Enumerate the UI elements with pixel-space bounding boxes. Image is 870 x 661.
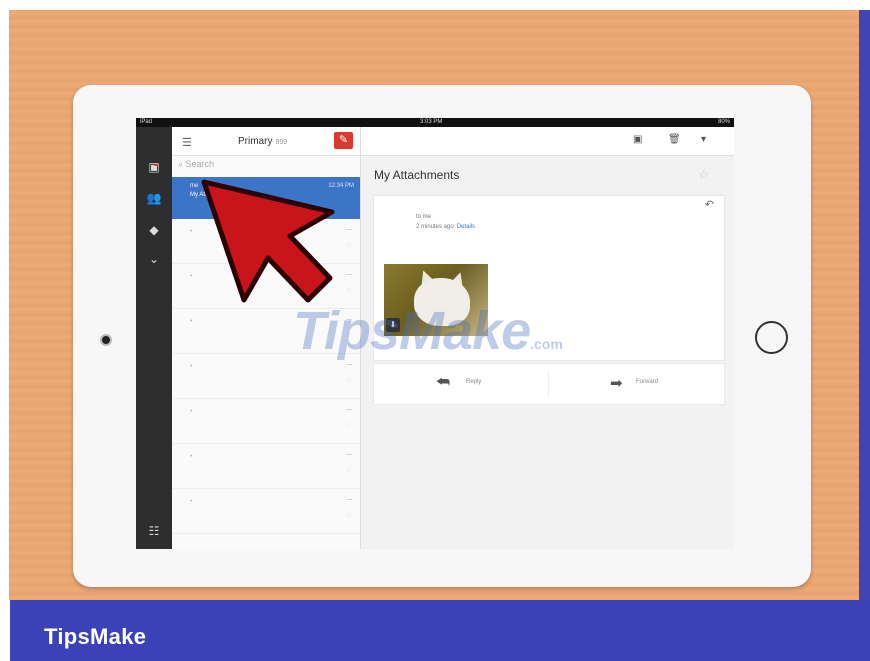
compose-button[interactable]: ✎	[334, 132, 353, 149]
message-subject: My Attachments	[374, 168, 460, 182]
status-time: 3:03 PM	[420, 119, 443, 125]
archive-icon[interactable]: ▣	[633, 134, 642, 145]
divider	[548, 370, 549, 398]
accounts-icon[interactable]: ☷	[146, 524, 162, 538]
unread-count: 999	[275, 139, 288, 146]
home-button[interactable]	[755, 321, 788, 354]
reply-button-icon[interactable]: ⮪	[436, 374, 450, 391]
recipient: to me	[416, 214, 432, 220]
reply-icon[interactable]: ↶	[705, 198, 714, 211]
menu-icon[interactable]: ☰	[182, 136, 192, 149]
camera-icon	[100, 334, 112, 346]
more-icon[interactable]: ▾	[701, 134, 706, 145]
action-bar: ⮪ Reply ➡ Forward	[373, 363, 725, 405]
reply-button[interactable]: Reply	[466, 379, 481, 385]
status-battery: 80%	[717, 119, 730, 125]
forward-button[interactable]: Forward	[636, 379, 658, 385]
inbox-icon[interactable]: ▣	[146, 160, 162, 174]
details-link[interactable]: Details	[457, 224, 475, 230]
nav-rail: ▣ 👥 ◆ ⌄ ☷	[136, 127, 172, 549]
list-header: ☰ Primary 999 ✎	[172, 127, 360, 156]
list-item[interactable]: • — · ☆	[172, 399, 360, 444]
social-icon[interactable]: 👥	[146, 191, 162, 205]
pointer-arrow-icon	[201, 179, 335, 303]
search-input[interactable]: ⌕ Search	[178, 159, 214, 170]
detail-toolbar: ▣ 🗑 ▾	[361, 127, 734, 156]
forward-button-icon[interactable]: ➡	[610, 374, 623, 392]
inbox-badge	[154, 164, 158, 166]
chevron-down-icon[interactable]: ⌄	[146, 252, 162, 266]
message-time: 2 minutes ago Details	[416, 224, 476, 230]
star-icon[interactable]: ☆	[698, 167, 710, 183]
list-item[interactable]: • — · ☆	[172, 444, 360, 489]
search-placeholder: Search	[185, 159, 215, 169]
status-bar: iPad 3:03 PM 80%	[136, 118, 734, 127]
list-item[interactable]: • — · ☆	[172, 489, 360, 534]
tag-icon[interactable]: ◆	[146, 223, 162, 237]
trash-icon[interactable]: 🗑	[668, 134, 681, 145]
brand-label: TipsMake	[44, 624, 147, 649]
primary-title: Primary 999	[238, 136, 288, 147]
status-device: iPad	[140, 119, 153, 125]
